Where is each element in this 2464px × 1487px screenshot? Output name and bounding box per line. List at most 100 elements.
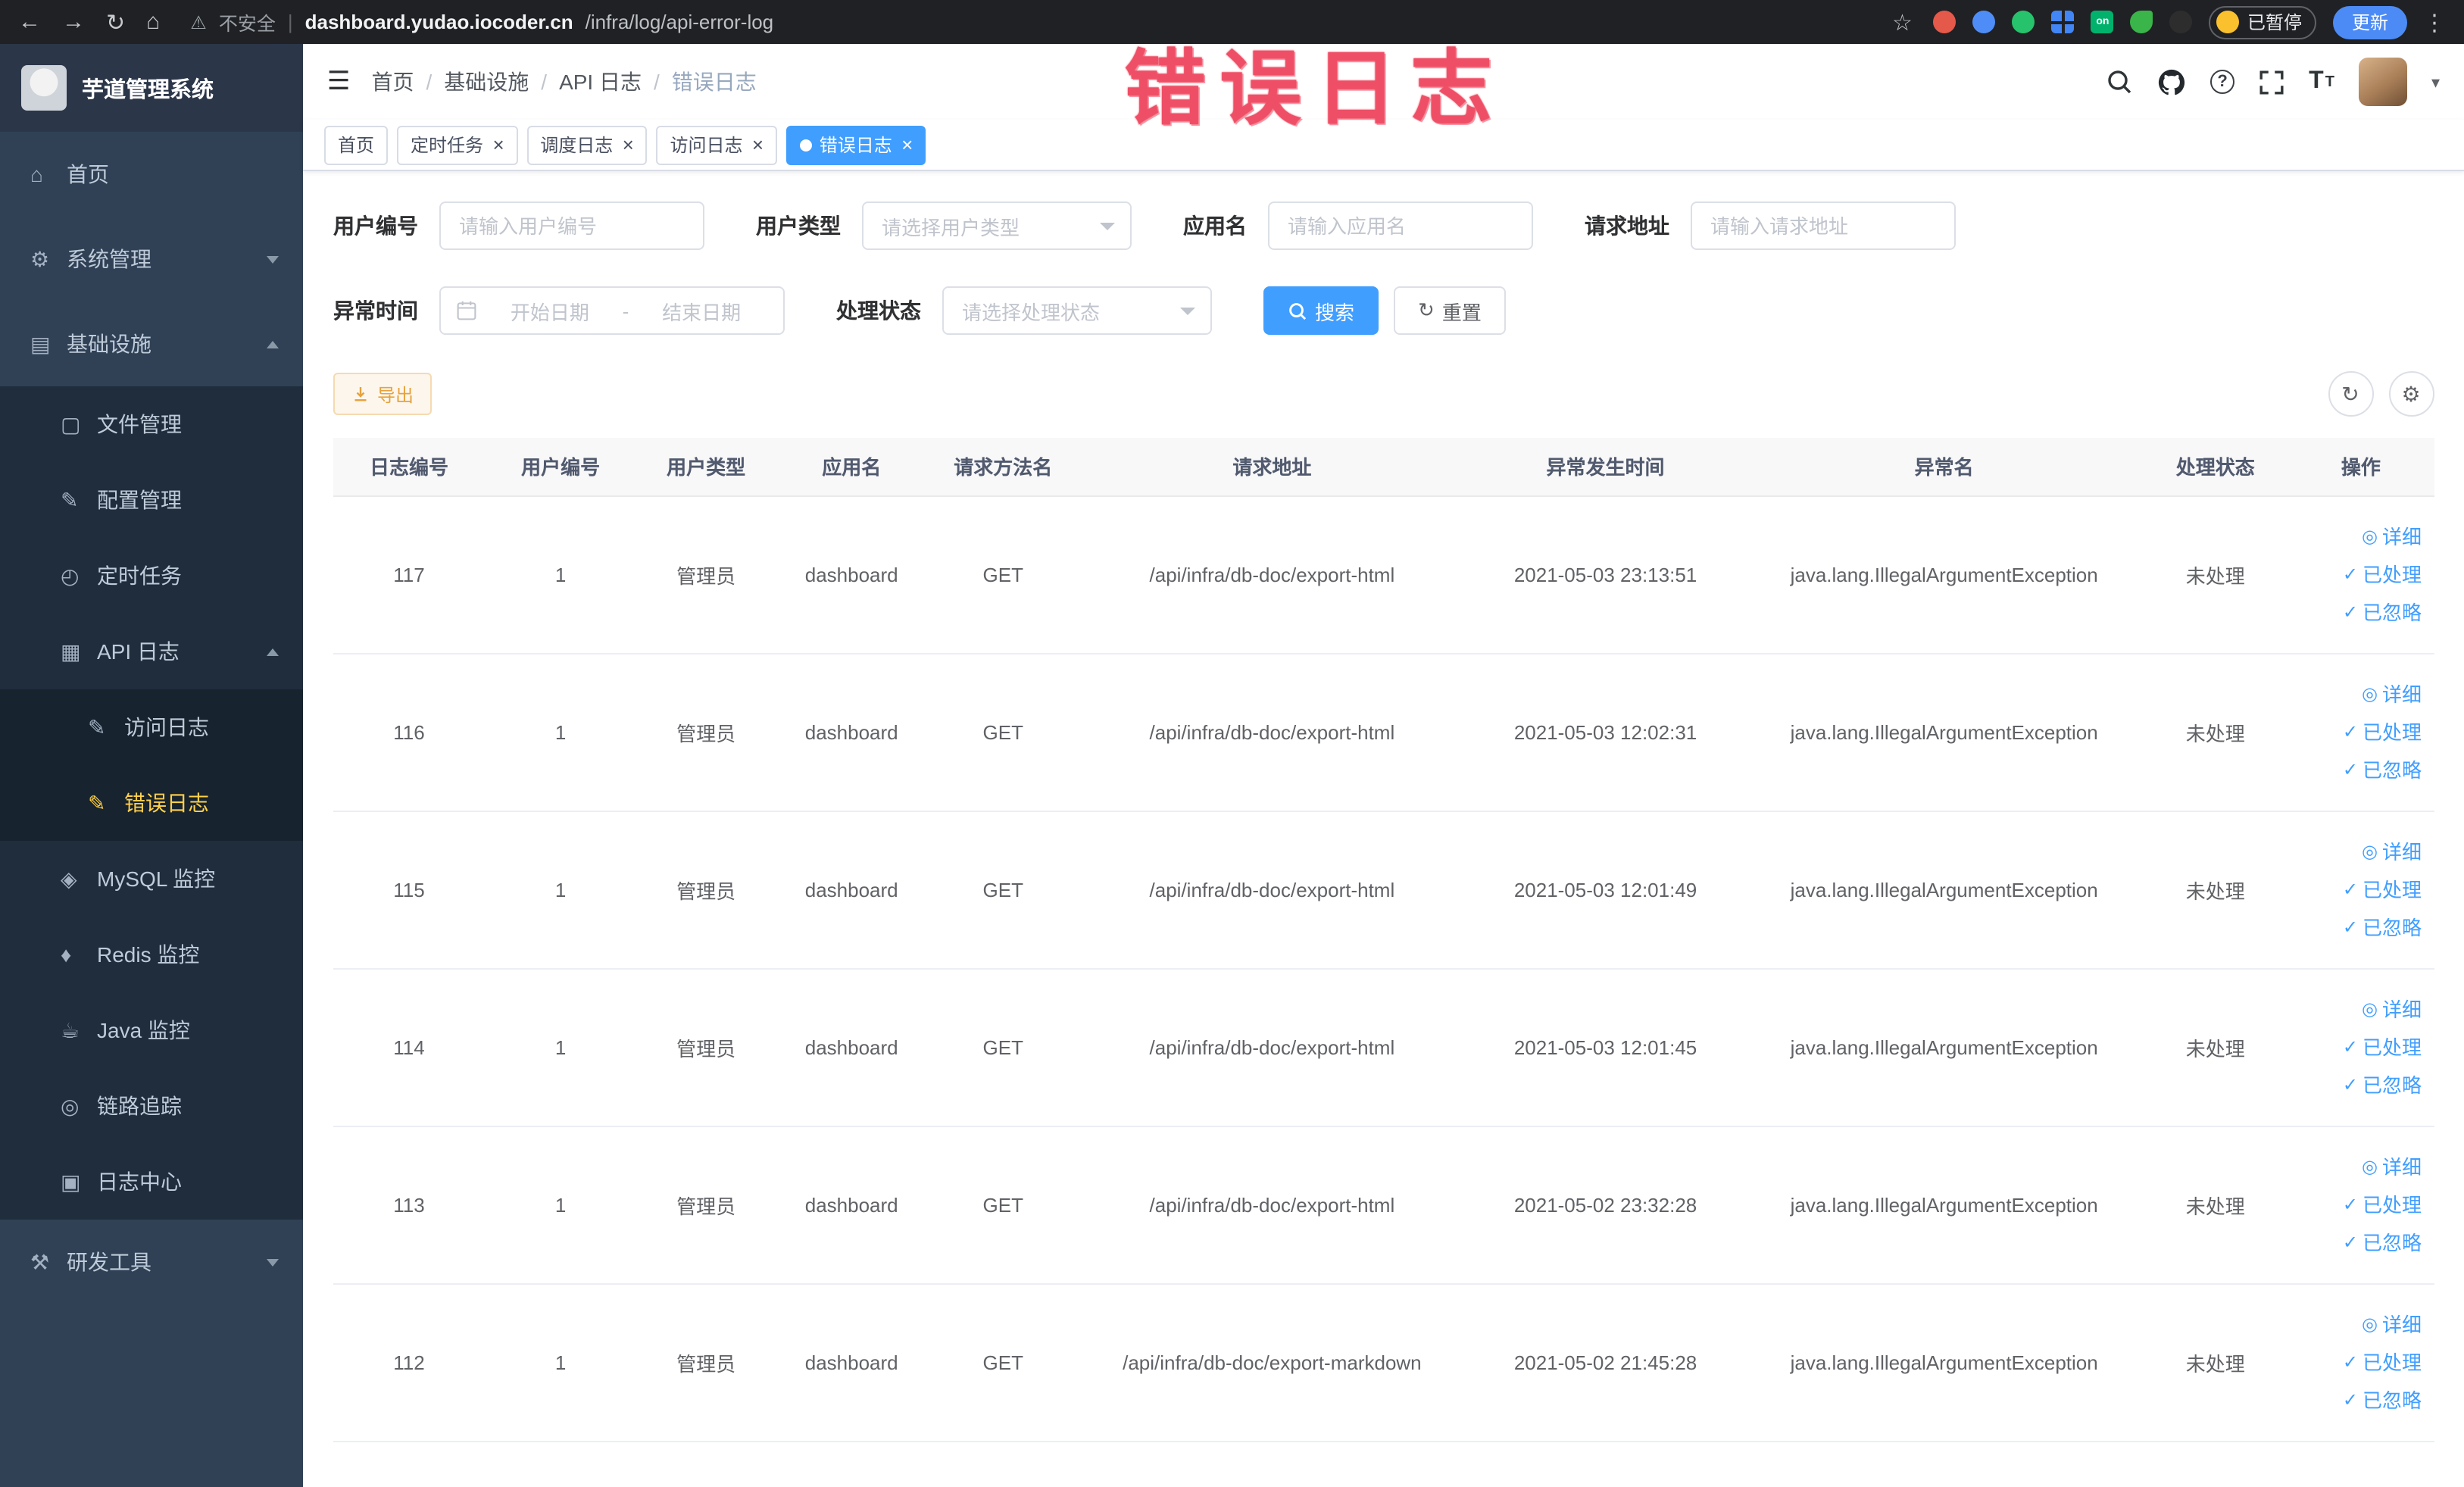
main-area: ☰ 首页 / 基础设施 / API 日志 / 错误日志 ? T T ▾ 首页 定…: [303, 44, 2464, 1487]
detail-link[interactable]: ◎ 详细: [2297, 675, 2422, 713]
sidebar-item[interactable]: ▤ 基础设施: [0, 301, 303, 386]
bookmark-star-icon[interactable]: ☆: [1892, 8, 1913, 36]
sidebar-item[interactable]: ◴ 定时任务: [0, 538, 303, 614]
tab[interactable]: 首页 ×: [324, 125, 389, 164]
column-settings-button[interactable]: ⚙: [2388, 371, 2434, 417]
reload-icon[interactable]: ↻: [106, 8, 125, 36]
status-cell: 未处理: [2142, 968, 2288, 1126]
user-type-select[interactable]: 请选择用户类型: [862, 201, 1132, 250]
table-row: 117 1 管理员 dashboard GET /api/infra/db-do…: [333, 495, 2434, 654]
user-avatar[interactable]: [2358, 58, 2407, 106]
breadcrumb-item[interactable]: API 日志 /: [559, 67, 660, 97]
user-id-input[interactable]: [439, 201, 704, 250]
mark-ignored-link[interactable]: ✓ 已忽略: [2297, 593, 2422, 631]
help-icon[interactable]: ?: [2210, 70, 2235, 94]
sidebar-item[interactable]: ▣ 日志中心: [0, 1144, 303, 1220]
mark-ignored-link[interactable]: ✓ 已忽略: [2297, 1381, 2422, 1419]
app-name-label: 应用名: [1183, 214, 1247, 238]
close-icon[interactable]: ×: [752, 135, 764, 155]
mark-ignored-link[interactable]: ✓ 已忽略: [2297, 908, 2422, 946]
refresh-table-button[interactable]: ↻: [2328, 371, 2373, 417]
extension-icon[interactable]: [1933, 11, 1957, 33]
app-name-cell: dashboard: [776, 811, 928, 969]
back-icon[interactable]: ←: [18, 9, 41, 35]
paused-extension-chip[interactable]: 已暂停: [2209, 5, 2317, 39]
export-button[interactable]: 导出: [333, 373, 433, 415]
mysql-icon: ◈: [61, 866, 77, 890]
close-icon[interactable]: ×: [492, 135, 504, 155]
detail-link[interactable]: ◎ 详细: [2297, 1305, 2422, 1343]
sidebar-item[interactable]: ◎ 链路追踪: [0, 1068, 303, 1144]
detail-link[interactable]: ◎ 详细: [2297, 990, 2422, 1028]
fullscreen-icon[interactable]: [2259, 69, 2284, 95]
tab[interactable]: 访问日志 ×: [656, 125, 777, 164]
sidebar-item[interactable]: ⚒ 研发工具: [0, 1220, 303, 1304]
sidebar-item[interactable]: ▦ API 日志: [0, 614, 303, 689]
sidebar-item[interactable]: ⚙ 系统管理: [0, 217, 303, 301]
sidebar-item[interactable]: ▢ 文件管理: [0, 386, 303, 462]
sidebar-item[interactable]: ✎ 配置管理: [0, 462, 303, 538]
search-icon[interactable]: [2106, 68, 2133, 95]
exception-time-cell: 2021-05-02 23:32:28: [1465, 1126, 1746, 1284]
mark-ignored-link[interactable]: ✓ 已忽略: [2297, 1223, 2422, 1261]
extension-icon[interactable]: [1972, 11, 1996, 33]
tab[interactable]: 定时任务 ×: [397, 125, 518, 164]
mark-processed-link[interactable]: ✓ 已处理: [2297, 1028, 2422, 1066]
mark-processed-link[interactable]: ✓ 已处理: [2297, 555, 2422, 593]
exception-time-cell: 2021-05-03 12:02:31: [1465, 653, 1746, 811]
breadcrumb-item[interactable]: 错误日志 /: [672, 67, 757, 97]
detail-link[interactable]: ◎ 详细: [2297, 517, 2422, 555]
accesslog-icon: ✎: [88, 714, 106, 739]
tab[interactable]: 错误日志 ×: [785, 125, 926, 164]
mark-ignored-link[interactable]: ✓ 已忽略: [2297, 751, 2422, 789]
close-icon[interactable]: ×: [901, 135, 913, 155]
extension-icon[interactable]: [2012, 11, 2035, 33]
sidebar-toggle-icon[interactable]: ☰: [327, 67, 351, 97]
search-icon: [1289, 302, 1307, 320]
mark-processed-link[interactable]: ✓ 已处理: [2297, 1343, 2422, 1381]
detail-link[interactable]: ◎ 详细: [2297, 1148, 2422, 1186]
github-icon[interactable]: [2157, 67, 2186, 96]
sidebar-item[interactable]: ⌂ 首页: [0, 132, 303, 217]
request-url-input[interactable]: [1691, 201, 1956, 250]
browser-menu-icon[interactable]: ⋮: [2423, 8, 2446, 36]
app-name-input[interactable]: [1268, 201, 1533, 250]
sidebar-item[interactable]: ♦ Redis 监控: [0, 917, 303, 992]
mark-processed-link[interactable]: ✓ 已处理: [2297, 713, 2422, 751]
sidebar-item[interactable]: ✎ 访问日志: [0, 689, 303, 765]
close-icon[interactable]: ×: [622, 135, 633, 155]
status-cell: 未处理: [2142, 1126, 2288, 1284]
mark-processed-link[interactable]: ✓ 已处理: [2297, 1186, 2422, 1223]
avatar-caret-icon[interactable]: ▾: [2431, 72, 2440, 92]
extension-icon[interactable]: [2169, 11, 2193, 33]
column-header: 请求方法名: [927, 438, 1079, 496]
infra-icon: ▤: [30, 331, 51, 355]
mark-ignored-link[interactable]: ✓ 已忽略: [2297, 1066, 2422, 1104]
breadcrumb-item[interactable]: 首页 /: [372, 67, 433, 97]
browser-update-button[interactable]: 更新: [2333, 5, 2406, 39]
tab[interactable]: 调度日志 ×: [526, 125, 648, 164]
extension-icon[interactable]: [2130, 11, 2153, 33]
detail-link[interactable]: ◎ 详细: [2297, 833, 2422, 870]
extension-icon[interactable]: [2051, 11, 2075, 33]
process-status-select[interactable]: 请选择处理状态: [942, 286, 1212, 335]
request-url-label: 请求地址: [1585, 214, 1669, 238]
sidebar-item[interactable]: ◈ MySQL 监控: [0, 841, 303, 917]
extension-icon[interactable]: on: [2091, 11, 2114, 33]
address-bar[interactable]: ⚠ 不安全 | dashboard.yudao.iocoder.cn/infra…: [190, 8, 1871, 36]
search-button[interactable]: 搜索: [1263, 286, 1379, 335]
exception-name-cell: java.lang.IllegalArgumentException: [1745, 653, 2143, 811]
exception-time-range-picker[interactable]: 开始日期 - 结束日期: [439, 286, 785, 335]
home-icon[interactable]: ⌂: [146, 9, 160, 35]
reset-button[interactable]: ↻ 重置: [1394, 286, 1506, 335]
view-icon: ◎: [2362, 1155, 2378, 1176]
app-logo[interactable]: 芋道管理系统: [0, 44, 303, 132]
sidebar-item[interactable]: ✎ 错误日志: [0, 765, 303, 841]
user-type-cell: 管理员: [636, 811, 776, 969]
mark-processed-link[interactable]: ✓ 已处理: [2297, 870, 2422, 908]
breadcrumb-item[interactable]: 基础设施 /: [444, 67, 547, 97]
font-size-icon[interactable]: TT: [2309, 68, 2334, 95]
sidebar-item[interactable]: ☕ Java 监控: [0, 992, 303, 1068]
logo-image: [21, 65, 67, 111]
forward-icon[interactable]: →: [62, 9, 85, 35]
